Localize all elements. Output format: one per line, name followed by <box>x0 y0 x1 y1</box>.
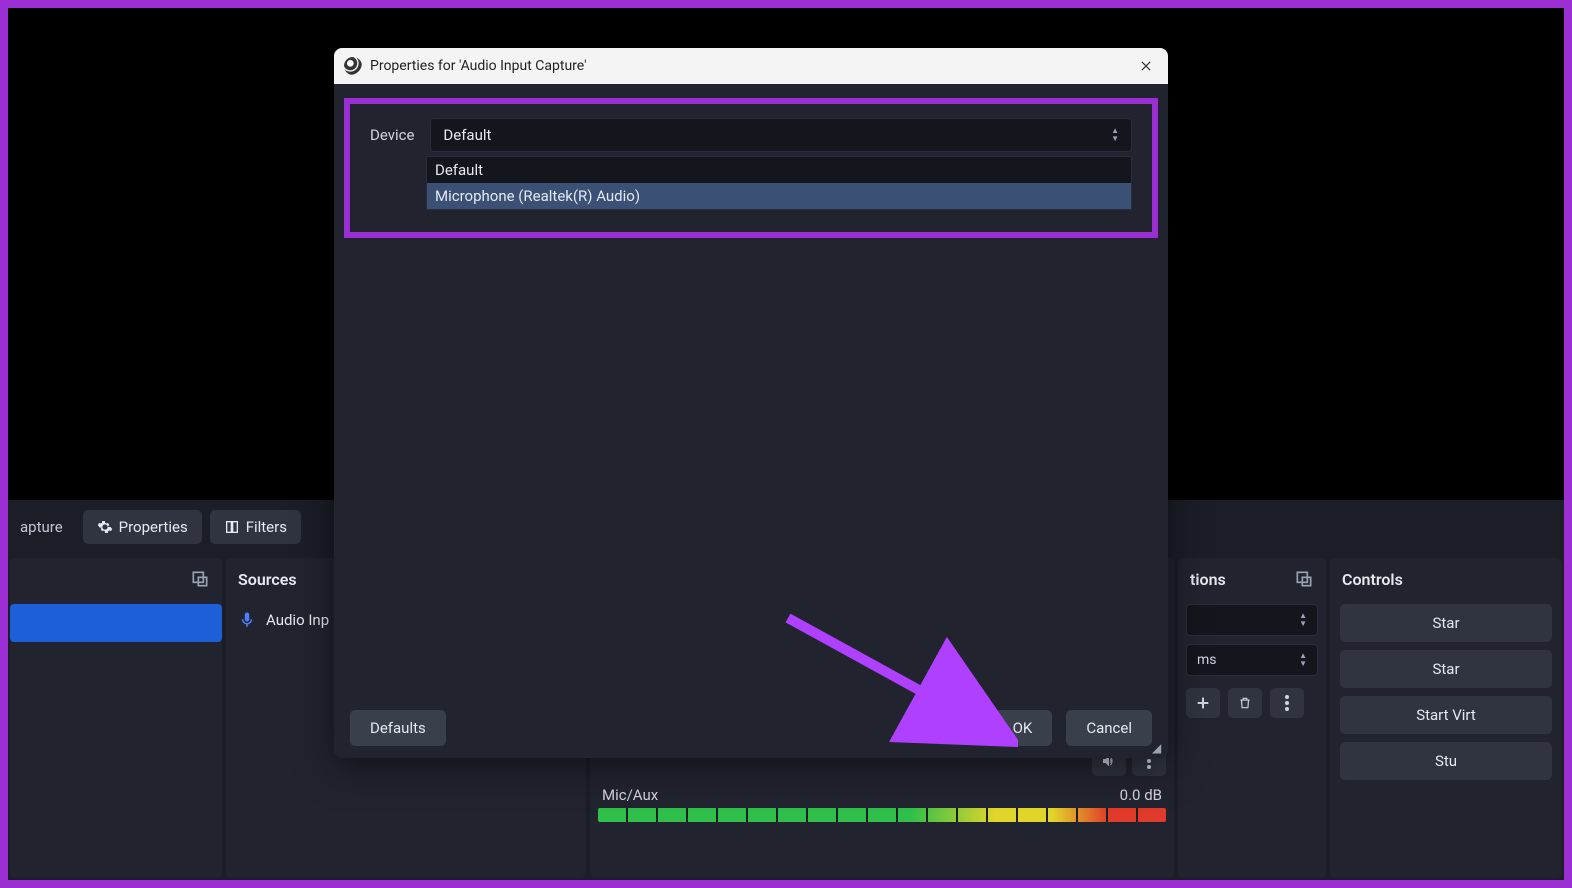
trash-icon <box>1238 695 1252 711</box>
audio-meter <box>598 808 1166 822</box>
controls-header: Controls <box>1342 570 1403 589</box>
source-item-label: Audio Inp <box>266 611 329 629</box>
mixer-row: Mic/Aux 0.0 dB <box>598 786 1166 822</box>
studio-mode-button[interactable]: Stu <box>1340 742 1552 780</box>
transition-more-button[interactable] <box>1270 688 1304 718</box>
transition-select[interactable]: ▲▼ <box>1186 604 1318 636</box>
popout-icon[interactable] <box>1294 569 1314 589</box>
resize-grip-icon[interactable]: ◢ <box>1152 742 1164 754</box>
device-select[interactable]: Default ▲▼ <box>430 118 1132 152</box>
device-label: Device <box>370 126 414 144</box>
device-selected-value: Default <box>443 126 491 144</box>
properties-label: Properties <box>119 518 188 536</box>
duration-unit: ms <box>1197 652 1217 668</box>
titlebar[interactable]: Properties for 'Audio Input Capture' <box>334 48 1168 84</box>
filters-label: Filters <box>246 518 287 536</box>
close-icon <box>1139 59 1153 73</box>
mixer-db-value: 0.0 dB <box>1120 786 1162 804</box>
source-toolbar: apture Properties Filters <box>8 506 301 548</box>
close-button[interactable] <box>1134 54 1158 78</box>
ok-button[interactable]: OK <box>993 710 1053 746</box>
obs-logo-icon <box>344 57 362 75</box>
microphone-icon <box>238 611 256 629</box>
dialog-footer: Defaults OK Cancel <box>334 698 1168 758</box>
plus-icon <box>1195 695 1211 711</box>
transitions-header: tions <box>1190 570 1226 589</box>
scenes-panel <box>10 558 222 878</box>
kebab-icon <box>1285 695 1289 711</box>
controls-panel: Controls Star Star Start Virt Stu <box>1330 558 1562 878</box>
start-virtualcam-button[interactable]: Start Virt <box>1340 696 1552 734</box>
delete-transition-button[interactable] <box>1228 688 1262 718</box>
sources-header: Sources <box>238 570 297 589</box>
device-option-default[interactable]: Default <box>427 157 1131 183</box>
transition-duration[interactable]: ms▲▼ <box>1186 644 1318 676</box>
gear-icon <box>97 519 113 535</box>
device-dropdown: Default Microphone (Realtek(R) Audio) <box>426 156 1132 210</box>
defaults-button[interactable]: Defaults <box>350 710 446 746</box>
device-highlight: Device Default ▲▼ Default Microphone (Re… <box>344 98 1158 238</box>
filters-icon <box>224 519 240 535</box>
cancel-button[interactable]: Cancel <box>1066 710 1152 746</box>
start-streaming-button[interactable]: Star <box>1340 604 1552 642</box>
filters-button[interactable]: Filters <box>210 510 301 544</box>
properties-button[interactable]: Properties <box>83 510 202 544</box>
add-transition-button[interactable] <box>1186 688 1220 718</box>
scene-item[interactable] <box>10 604 222 642</box>
device-option-realtek[interactable]: Microphone (Realtek(R) Audio) <box>427 183 1131 209</box>
dialog-title: Properties for 'Audio Input Capture' <box>370 58 587 74</box>
properties-dialog: Properties for 'Audio Input Capture' Dev… <box>334 48 1168 758</box>
popout-icon[interactable] <box>190 569 210 589</box>
selected-source-label: apture <box>8 518 75 536</box>
start-recording-button[interactable]: Star <box>1340 650 1552 688</box>
updown-icon: ▲▼ <box>1111 127 1119 143</box>
mixer-track-name: Mic/Aux <box>602 786 658 804</box>
transitions-panel: tions ▲▼ ms▲▼ <box>1178 558 1326 878</box>
